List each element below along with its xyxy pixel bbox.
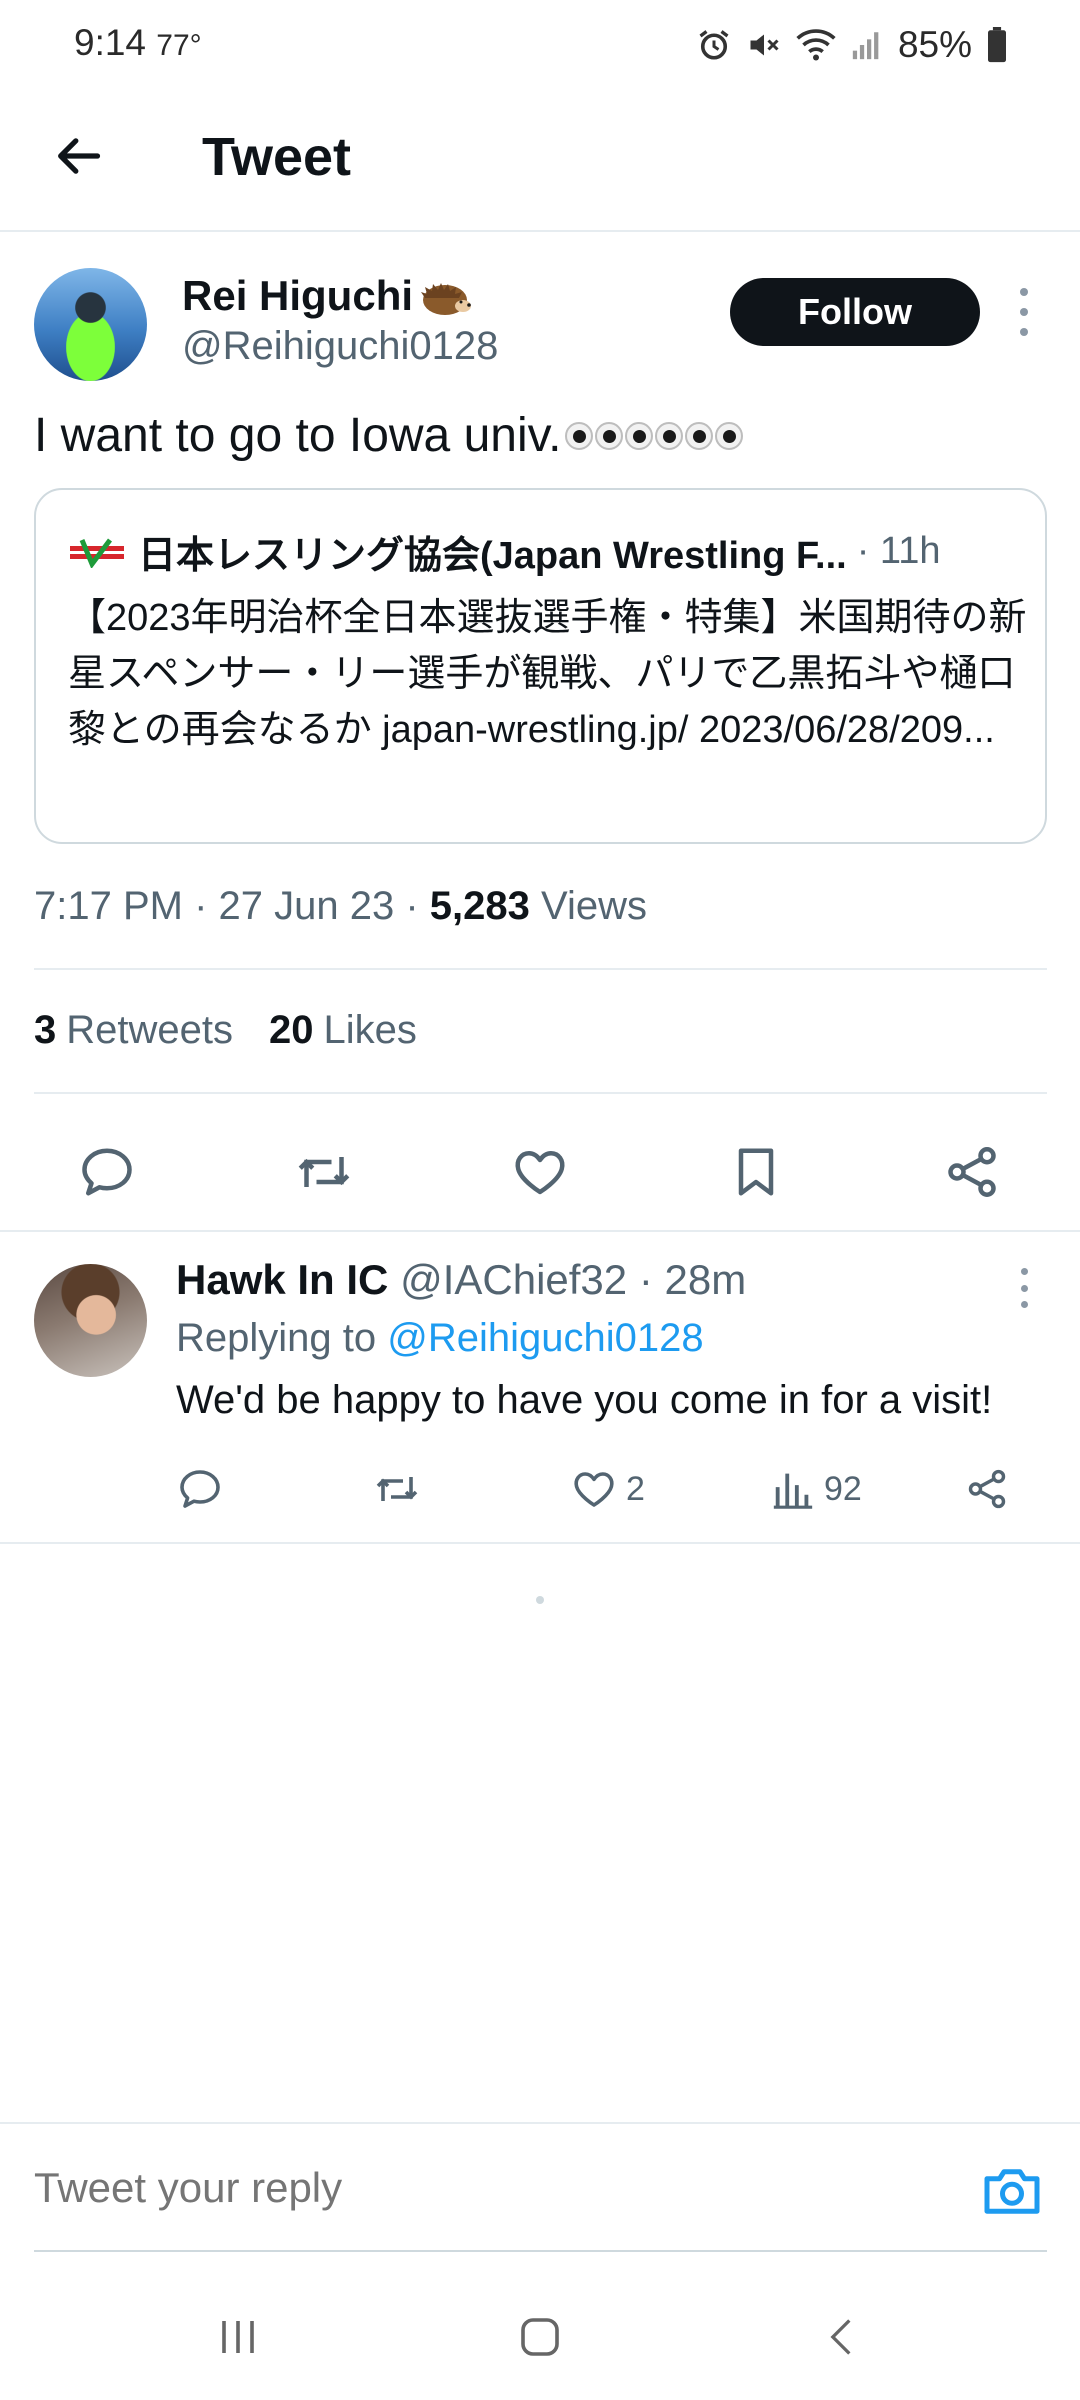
views-label: Views [541,884,647,928]
author-name[interactable]: Rei Higuchi [182,272,473,320]
recent-apps-button[interactable] [198,2302,278,2372]
reply-more-options-icon[interactable] [1010,1268,1038,1308]
analytics-icon [773,1473,813,1509]
reply-views-button[interactable]: 92 [770,1462,862,1516]
signal-icon [852,32,879,60]
quoted-tweet-header: 日本レスリング協会(Japan Wrestling F... · 11h [68,524,941,579]
quoted-tweet-time: · 11h [856,530,941,572]
reply-retweet-button[interactable] [372,1462,422,1516]
reply-author-name[interactable]: Hawk In IC [176,1256,388,1303]
reply-button[interactable] [77,1142,137,1202]
status-icons: 85% [696,24,1008,66]
share-button[interactable] [942,1142,1002,1202]
tweet-date: 27 Jun 23 [218,884,395,928]
reply-action-bar: 2 92 [0,1454,1080,1524]
home-button[interactable] [500,2302,580,2372]
like-button[interactable] [510,1142,570,1202]
replying-to-label: Replying to [176,1316,377,1360]
share-icon [968,1469,1006,1509]
section-divider [0,1542,1080,1544]
tweet-text-content: I want to go to Iowa univ. [34,409,562,462]
reply-composer [0,2122,1080,2252]
battery-icon [988,27,1006,63]
retweets-stat[interactable]: 3 Retweets [34,1008,233,1053]
author-handle[interactable]: @Reihiguchi0128 [182,324,498,369]
author-name-text: Rei Higuchi [182,272,414,319]
retweet-icon [298,1157,350,1187]
views-count: 5,283 [429,884,530,928]
divider [34,1092,1047,1094]
quoted-tweet-card[interactable]: 日本レスリング協会(Japan Wrestling F... · 11h 【20… [34,488,1047,844]
likes-stat[interactable]: 20 Likes [269,1008,417,1053]
reply-like-count: 2 [626,1469,645,1508]
heart-icon [515,1151,565,1195]
reply-time: · 28m [638,1256,747,1303]
heart-icon [574,1472,614,1507]
battery-percent: 85% [897,24,972,65]
recent-apps-icon [222,2321,254,2353]
replying-to-handle-link[interactable]: @Reihiguchi0128 [387,1316,703,1360]
reply-icon [180,1470,220,1508]
loading-indicator [536,1596,544,1604]
reply-view-count: 92 [824,1469,862,1508]
reply-input[interactable] [34,2164,575,2212]
retweet-icon [376,1477,418,1501]
status-time: 9:14 77° [74,22,202,63]
likes-label: Likes [323,1008,417,1052]
divider [34,968,1047,970]
mute-icon [750,34,779,56]
back-button[interactable] [46,124,110,188]
retweets-label: Retweets [66,1008,233,1052]
tweet-action-bar [0,1122,1080,1222]
wifi-icon [796,29,836,61]
eyes-emoji-icon [565,421,744,450]
share-icon [948,1147,996,1197]
retweets-count: 3 [34,1008,57,1052]
reply-header: Hawk In IC @IAChief32 · 28m [176,1256,746,1304]
composer-underline [34,2250,1047,2252]
back-arrow-icon [58,138,101,174]
bookmark-icon [738,1148,774,1196]
reply-tweet[interactable]: Hawk In IC @IAChief32 · 28m Replying to … [0,1232,1080,1542]
author-avatar[interactable] [34,268,147,381]
tweet-metadata: 7:17 PM · 27 Jun 23 · 5,283 Views [34,884,647,928]
status-bar: 9:14 77° 85% [0,0,1080,96]
replying-to-line: Replying to @Reihiguchi0128 [176,1316,704,1361]
reply-share-button[interactable] [964,1462,1010,1516]
retweet-button[interactable] [294,1142,354,1202]
tweet-time: 7:17 PM [34,884,183,928]
top-app-bar: Tweet [0,96,1080,232]
reply-author-avatar[interactable] [34,1264,147,1377]
home-icon [521,2318,559,2356]
status-temperature: 77° [156,29,202,62]
system-nav-bar [0,2272,1080,2400]
page-title: Tweet [202,127,352,187]
follow-button[interactable]: Follow [730,278,980,346]
camera-icon [984,2169,1040,2214]
jwf-logo-icon [70,538,124,568]
chevron-left-icon [830,2319,851,2355]
reply-like-button[interactable]: 2 [570,1462,645,1516]
engagement-stats: 3 Retweets 20 Likes [34,1008,417,1053]
hedgehog-emoji-icon [421,283,472,315]
reply-icon [82,1148,132,1196]
quoted-author-name: 日本レスリング協会(Japan Wrestling F... [138,535,847,577]
reply-author-handle[interactable]: @IAChief32 [400,1256,627,1303]
tweet-text: I want to go to Iowa univ. [34,408,744,463]
reply-text: We'd be happy to have you come in for a … [176,1378,993,1422]
more-options-icon[interactable] [1010,288,1038,336]
alarm-icon [699,30,729,60]
camera-button[interactable] [982,2160,1042,2220]
likes-count: 20 [269,1008,314,1052]
quoted-tweet-text: 【2023年明治杯全日本選抜選手権・特集】米国期待の新星スペンサー・リー選手が観… [68,597,1027,751]
bookmark-button[interactable] [726,1142,786,1202]
back-nav-button[interactable] [802,2302,882,2372]
reply-reply-button[interactable] [176,1462,224,1516]
